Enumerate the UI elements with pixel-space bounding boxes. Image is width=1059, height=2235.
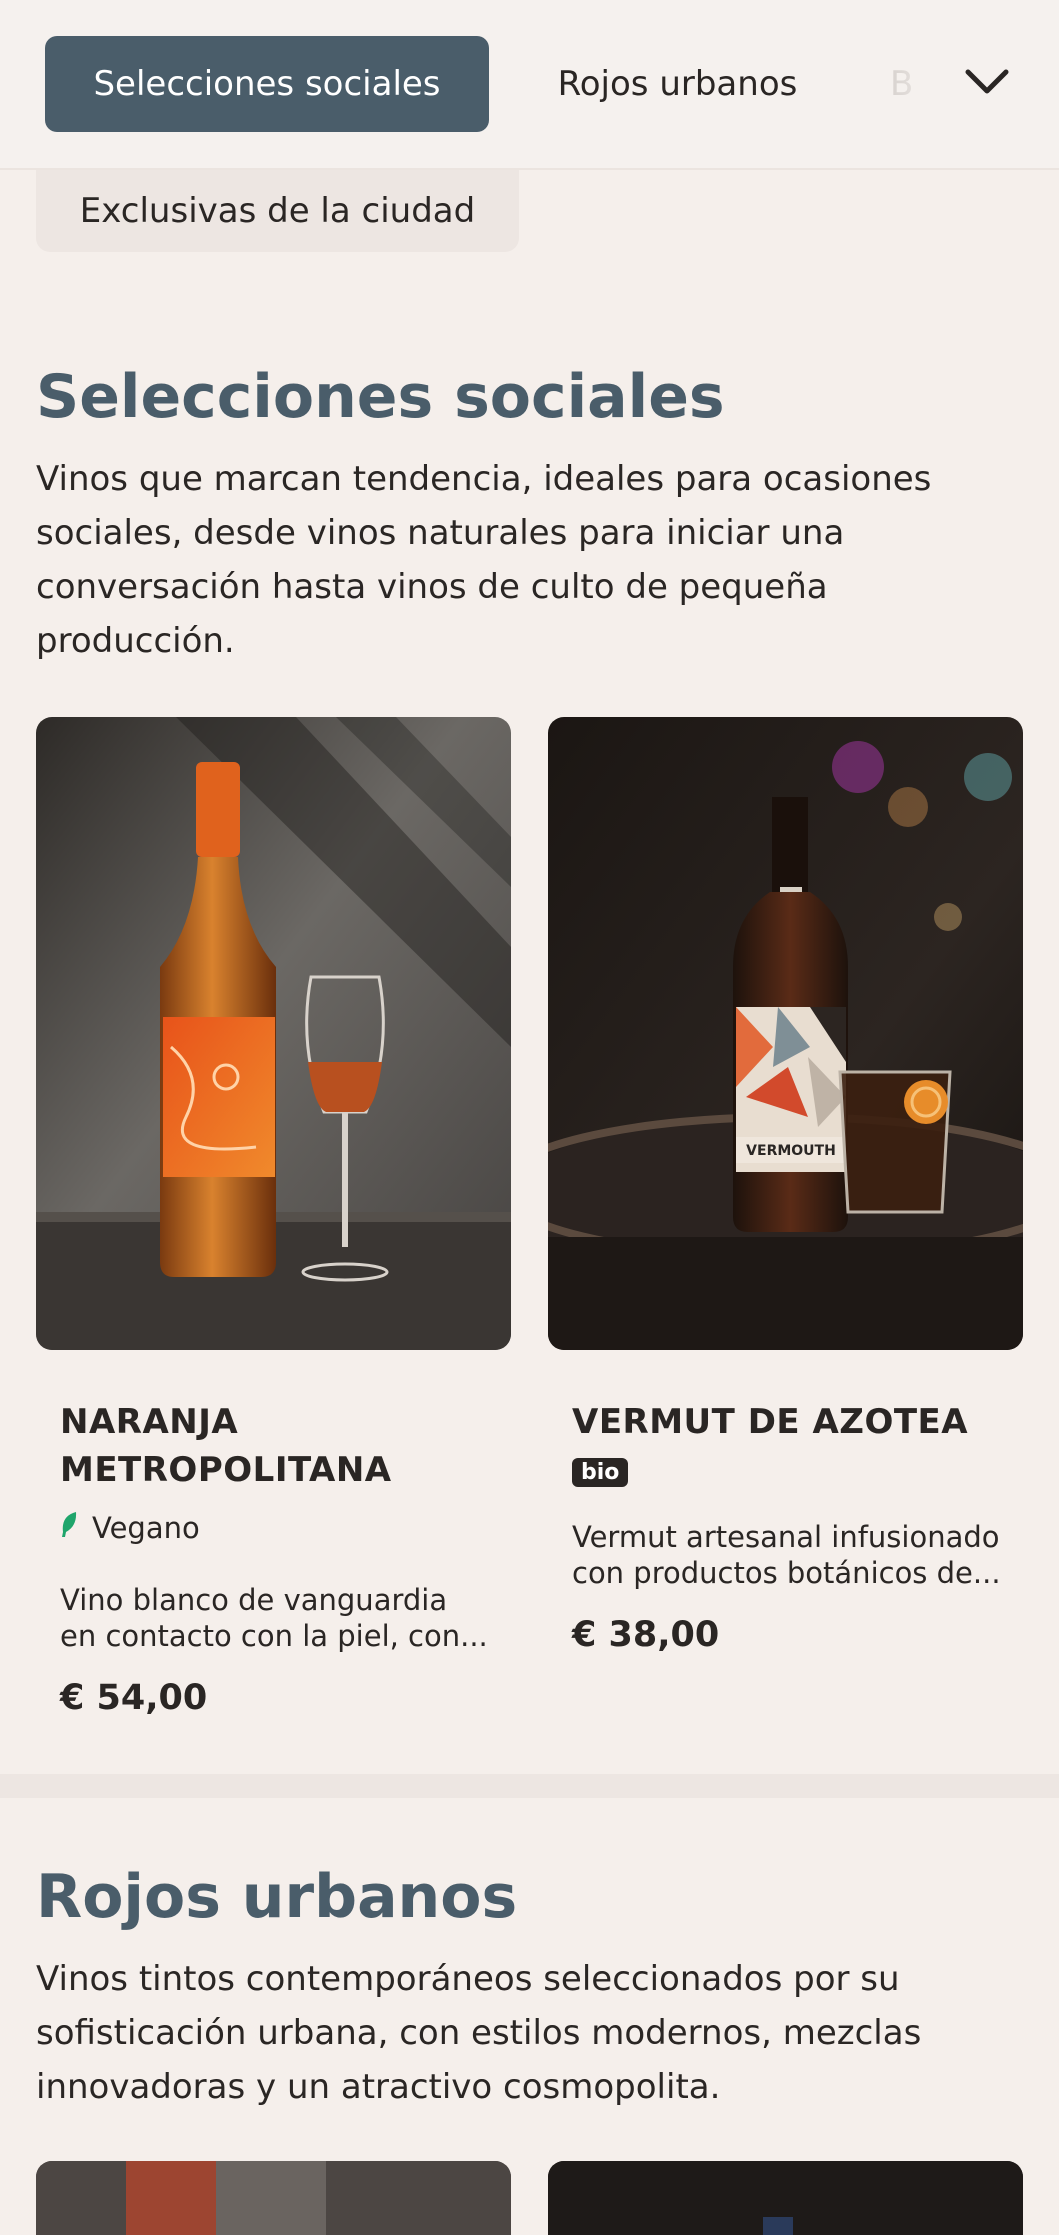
product-image[interactable] [36, 2161, 511, 2235]
vegan-label: Vegano [92, 1510, 200, 1545]
section-title: Rojos urbanos [36, 1862, 518, 1932]
section-description: Vinos que marcan tendencia, ideales para… [36, 459, 932, 661]
product-description: Vino blanco de vanguardia en contacto co… [60, 1583, 488, 1653]
product-image-naranja[interactable] [36, 717, 511, 1350]
product-image[interactable] [548, 2161, 1023, 2235]
tab-rojos-urbanos[interactable]: Rojos urbanos [520, 36, 835, 132]
product-price: € 38,00 [572, 1615, 720, 1655]
tab-fade-overlay [860, 0, 1059, 168]
product-name[interactable]: NARANJA METROPOLITANA [60, 1398, 490, 1494]
section-divider [0, 1774, 1059, 1798]
leaf-icon [60, 1510, 78, 1545]
tab-exclusivas-de-la-ciudad[interactable]: Exclusivas de la ciudad [36, 170, 519, 252]
section-title: Selecciones sociales [36, 362, 725, 432]
bio-badge: bio [572, 1458, 629, 1487]
vegan-badge: Vegano [60, 1510, 200, 1545]
product-price: € 54,00 [60, 1678, 208, 1718]
tab-selecciones-sociales[interactable]: Selecciones sociales [45, 36, 489, 132]
product-description: Vermut artesanal infusionado con product… [572, 1520, 1001, 1590]
bottle-label-text: VERMOUTH [746, 1143, 836, 1159]
category-nav: Selecciones sociales Rojos urbanos B [0, 0, 1059, 170]
chevron-down-icon[interactable] [963, 58, 1011, 106]
section-description: Vinos tintos contemporáneos seleccionado… [36, 1959, 922, 2107]
product-image-vermut[interactable]: VERMOUTH [548, 717, 1023, 1350]
product-name[interactable]: VERMUT DE AZOTEA [572, 1398, 1002, 1446]
